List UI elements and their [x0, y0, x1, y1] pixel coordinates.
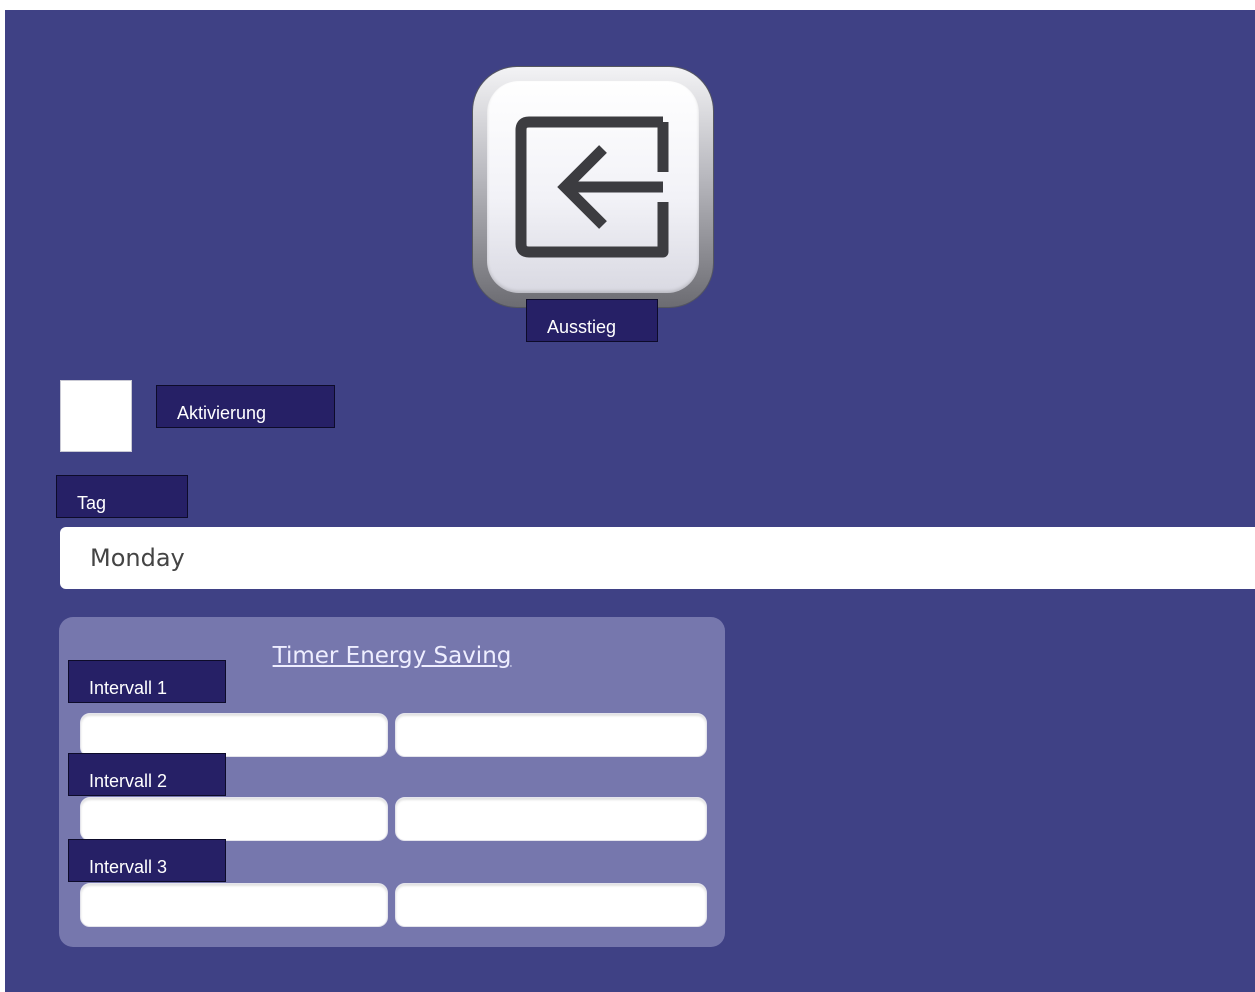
interval-1-start-field[interactable] [80, 713, 388, 757]
day-select[interactable]: Monday [60, 527, 1255, 589]
interval-3-label: Intervall 3 [68, 839, 226, 882]
day-select-value: Monday [90, 544, 185, 572]
interval-3-start-field[interactable] [80, 883, 388, 927]
interval-1-label: Intervall 1 [68, 660, 226, 703]
activation-checkbox[interactable] [60, 380, 132, 452]
day-label: Tag [56, 475, 188, 518]
interval-2-end-field[interactable] [395, 797, 707, 841]
interval-3-end-field[interactable] [395, 883, 707, 927]
app-background: Ausstieg Aktivierung Tag Monday Timer En… [5, 10, 1255, 992]
interval-2-start-field[interactable] [80, 797, 388, 841]
activation-label: Aktivierung [156, 385, 335, 428]
interval-1-end-field[interactable] [395, 713, 707, 757]
exit-icon [515, 116, 669, 258]
exit-button[interactable] [473, 67, 713, 307]
exit-label: Ausstieg [526, 299, 658, 342]
interval-2-label: Intervall 2 [68, 753, 226, 796]
timer-panel: Timer Energy Saving Intervall 1 Interval… [59, 617, 725, 947]
